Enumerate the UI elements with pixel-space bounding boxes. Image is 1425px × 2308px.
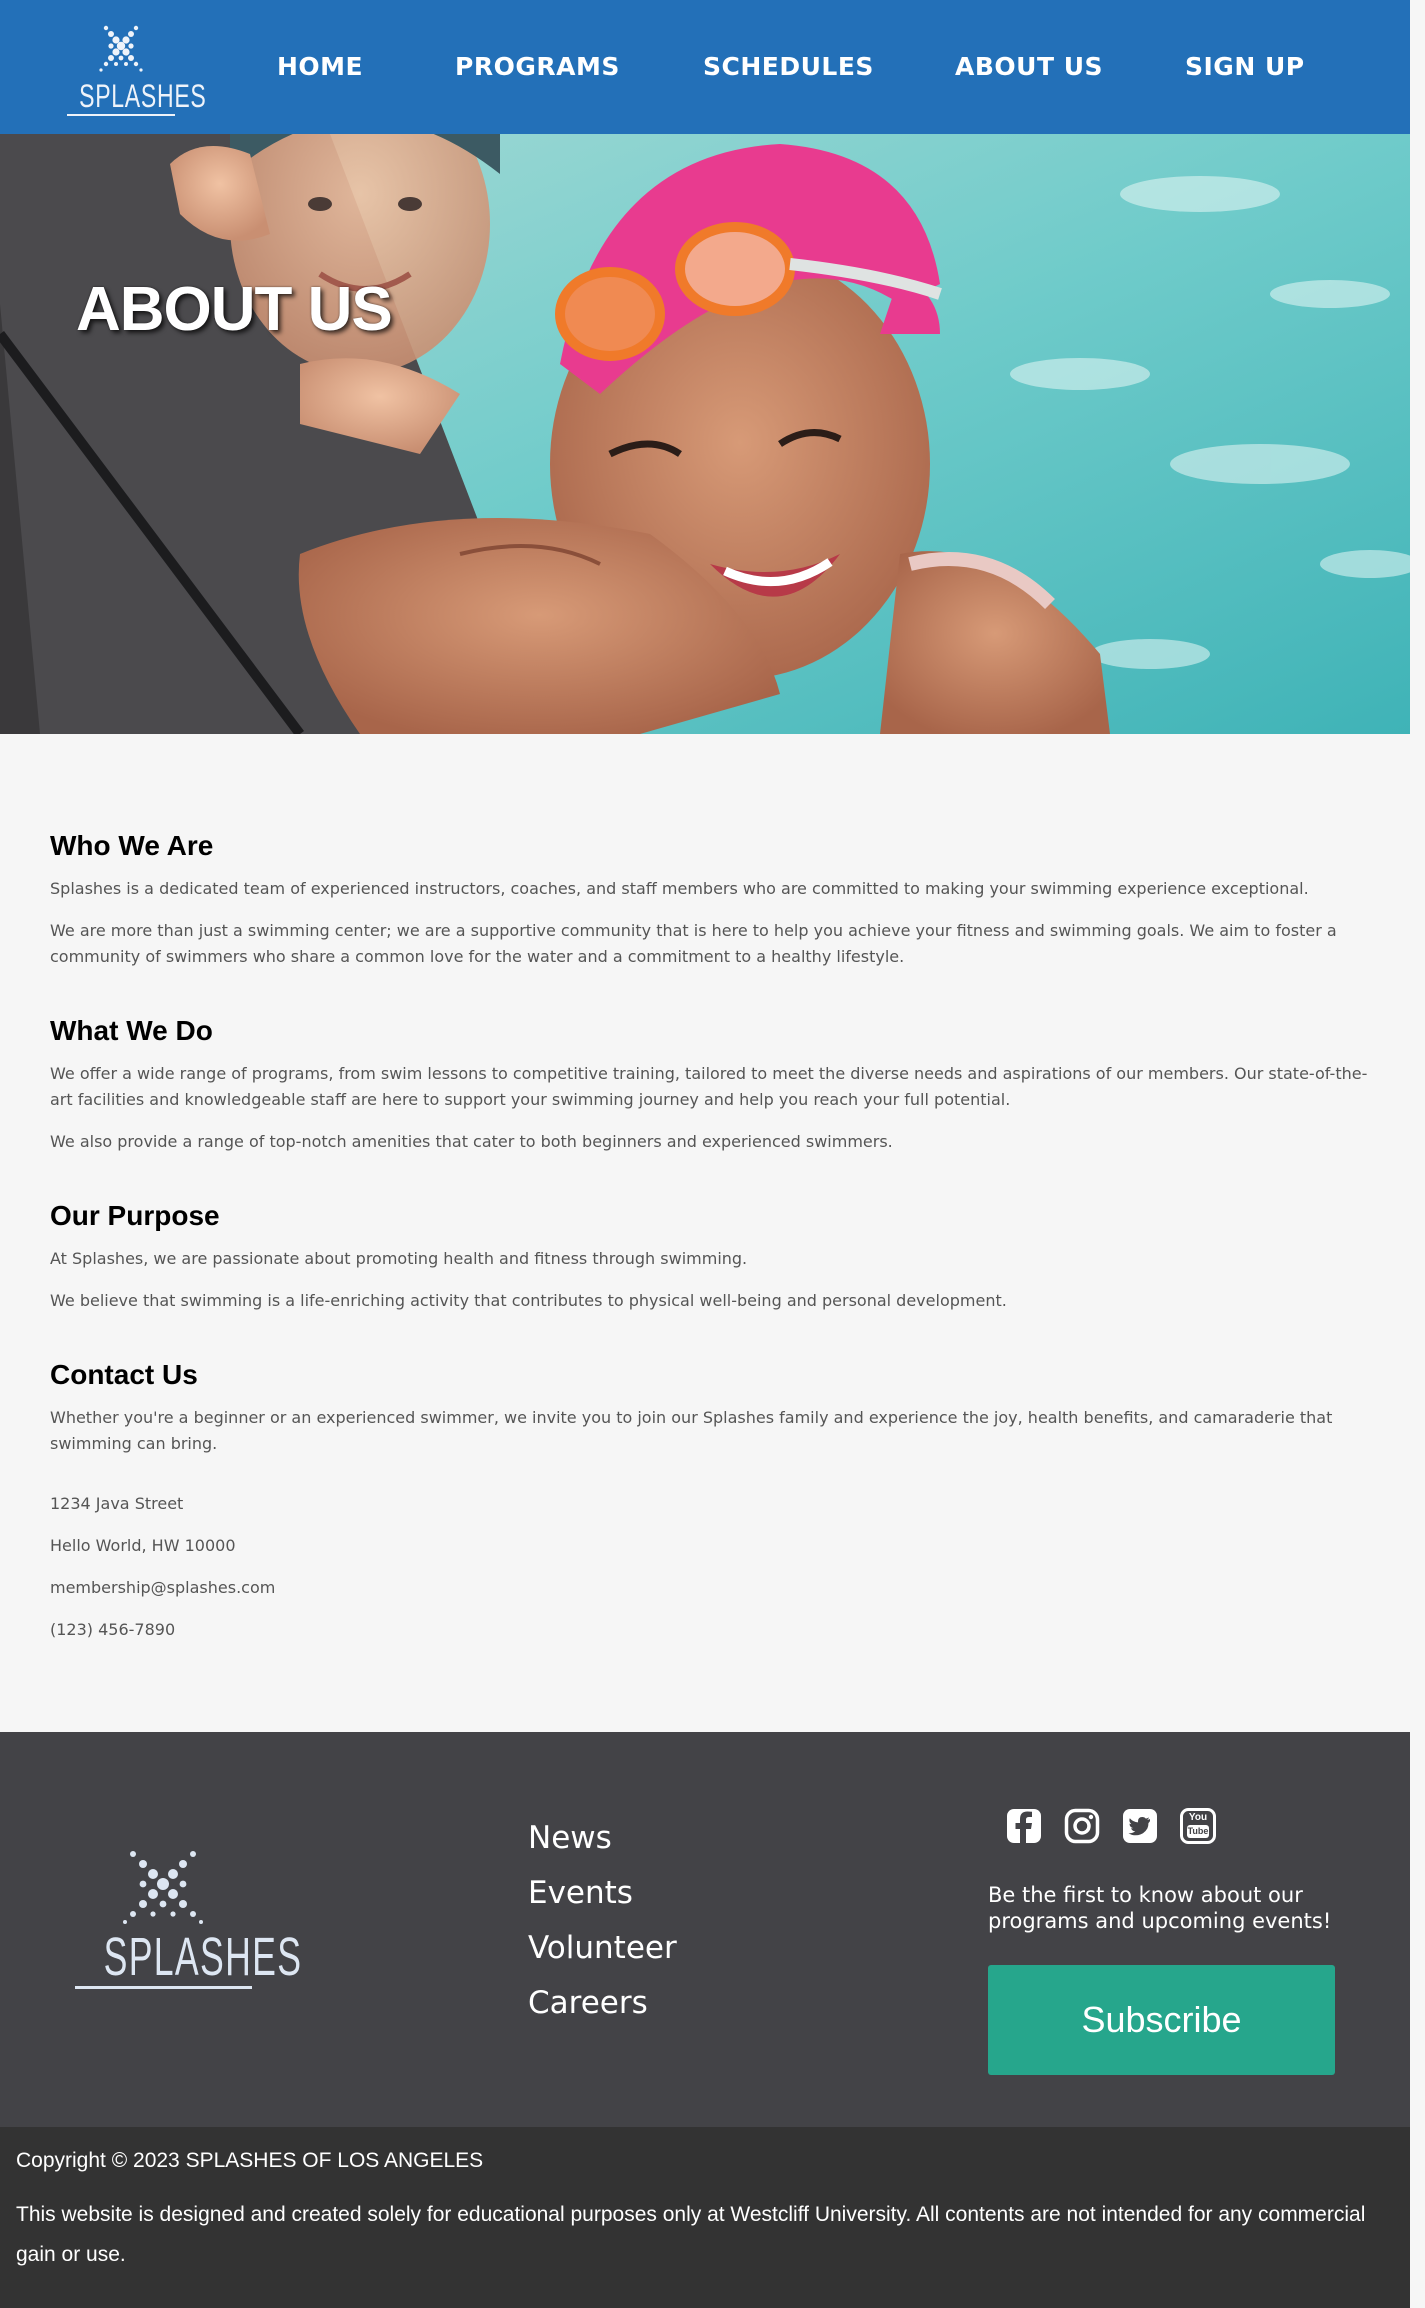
hero-banner: ABOUT US	[0, 134, 1410, 734]
contact-address-line2: Hello World, HW 10000	[50, 1536, 236, 1555]
section-heading: Who We Are	[50, 830, 214, 861]
logo-underline	[75, 1986, 252, 1989]
section-contact-us: Contact Us Whether you're a beginner or …	[50, 1358, 1370, 1643]
youtube-icon[interactable]: You Tube	[1180, 1808, 1216, 1844]
contact-email[interactable]: membership@splashes.com	[50, 1575, 1370, 1601]
footer-link-news[interactable]: News	[528, 1820, 612, 1856]
paragraph: We believe that swimming is a life-enric…	[50, 1291, 1007, 1310]
section-heading: Our Purpose	[50, 1200, 220, 1231]
section-what-we-do: What We Do We offer a wide range of prog…	[50, 1014, 1370, 1155]
contact-address-line1: 1234 Java Street	[50, 1494, 184, 1513]
copyright-text: Copyright © 2023 SPLASHES OF LOS ANGELES	[16, 2149, 484, 2172]
instagram-icon[interactable]	[1064, 1808, 1100, 1844]
footer-logo[interactable]: SPLASHES	[73, 1846, 303, 1989]
nav-home[interactable]: HOME	[277, 52, 363, 81]
subscribe-button[interactable]: Subscribe	[988, 1965, 1335, 2075]
disclaimer-text: This website is designed and created sol…	[16, 2203, 1366, 2266]
logo-wordmark: SPLASHES	[79, 78, 207, 114]
paragraph: We offer a wide range of programs, from …	[50, 1064, 1368, 1109]
footer-link-careers[interactable]: Careers	[528, 1985, 648, 2021]
footer-link-events[interactable]: Events	[528, 1875, 633, 1911]
site-header: SPLASHES HOME PROGRAMS SCHEDULES ABOUT U…	[0, 0, 1410, 134]
hero-photo	[0, 134, 1410, 734]
youtube-label-bottom: Tube	[1187, 1826, 1209, 1836]
logo-mark-icon	[99, 25, 143, 72]
section-heading: What We Do	[50, 1015, 213, 1046]
contact-phone[interactable]: (123) 456-7890	[50, 1617, 1370, 1643]
site-footer: SPLASHES News Events Volunteer Careers Y…	[0, 1732, 1410, 2127]
logo-mark-icon	[123, 1851, 203, 1924]
paragraph: Whether you're a beginner or an experien…	[50, 1408, 1333, 1453]
newsletter-tagline: Be the first to know about our programs …	[988, 1883, 1332, 1933]
splashes-logo[interactable]: SPLASHES	[63, 24, 207, 116]
page-title: ABOUT US	[76, 275, 393, 344]
section-heading: Contact Us	[50, 1359, 198, 1390]
nav-schedules[interactable]: SCHEDULES	[703, 52, 874, 81]
copyright-bar: Copyright © 2023 SPLASHES OF LOS ANGELES…	[0, 2127, 1410, 2308]
twitter-icon[interactable]	[1122, 1808, 1158, 1844]
paragraph: We also provide a range of top-notch ame…	[50, 1132, 893, 1151]
section-who-we-are: Who We Are Splashes is a dedicated team …	[50, 829, 1370, 970]
logo-underline	[67, 114, 175, 116]
youtube-label-top: You	[1188, 1812, 1208, 1823]
facebook-icon[interactable]	[1006, 1808, 1042, 1844]
section-our-purpose: Our Purpose At Splashes, we are passiona…	[50, 1199, 1370, 1314]
paragraph: We are more than just a swimming center;…	[50, 921, 1337, 966]
paragraph: Splashes is a dedicated team of experien…	[50, 879, 1309, 898]
nav-about-us[interactable]: ABOUT US	[955, 52, 1103, 81]
logo-wordmark: SPLASHES	[103, 1927, 303, 1987]
paragraph: At Splashes, we are passionate about pro…	[50, 1249, 748, 1268]
nav-sign-up[interactable]: SIGN UP	[1185, 52, 1305, 81]
footer-link-volunteer[interactable]: Volunteer	[528, 1930, 677, 1966]
nav-programs[interactable]: PROGRAMS	[455, 52, 620, 81]
